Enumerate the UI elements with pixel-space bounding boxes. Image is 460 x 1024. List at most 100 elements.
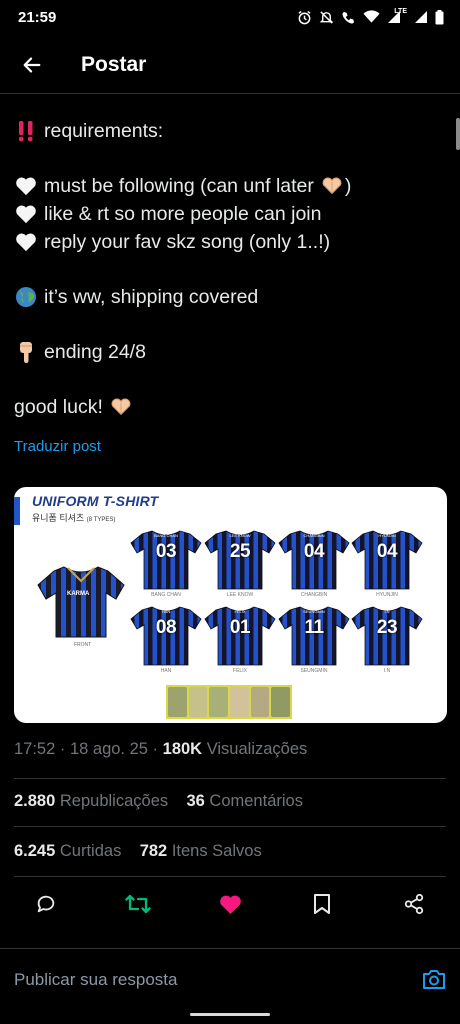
post-line-text: like & rt so more people can join bbox=[44, 203, 322, 225]
share-button[interactable] bbox=[396, 886, 432, 922]
jersey-item: LEE KNOW 25 bbox=[204, 529, 276, 591]
reply-input[interactable]: Publicar sua resposta bbox=[14, 970, 177, 990]
heart-hands-icon bbox=[320, 174, 344, 198]
white-heart-icon bbox=[14, 230, 38, 254]
reposts-stat[interactable]: 2.880 Republicações bbox=[14, 792, 168, 810]
jersey-number: 04 bbox=[376, 541, 398, 562]
saves-stat[interactable]: 782 Itens Salvos bbox=[140, 842, 262, 860]
jersey-player-name: I.N bbox=[384, 609, 390, 614]
post-date: 18 ago. 25 bbox=[69, 740, 148, 758]
double-exclamation-icon bbox=[14, 119, 38, 143]
post-line-text: ending 24/8 bbox=[44, 341, 146, 363]
repost-icon bbox=[125, 894, 151, 914]
post-line: it’s ww, shipping covered bbox=[14, 283, 444, 311]
post-line: reply your fav skz song (only 1..!) bbox=[14, 228, 444, 256]
white-heart-icon bbox=[14, 174, 38, 198]
jersey-caption: LEE KNOW bbox=[226, 592, 254, 598]
comments-stat[interactable]: 36 Comentários bbox=[186, 792, 303, 810]
share-icon bbox=[404, 893, 424, 915]
back-arrow-icon bbox=[23, 56, 41, 73]
jersey-item: I.N 23 bbox=[351, 605, 423, 667]
status-icons: LTE bbox=[297, 8, 444, 25]
jersey-item: FELIX 01 bbox=[204, 605, 276, 667]
home-indicator[interactable] bbox=[190, 1013, 270, 1016]
jersey-player-name: BANG CHAN bbox=[154, 533, 178, 538]
jersey-item: BANG CHAN 03 bbox=[130, 529, 202, 591]
jersey-caption: HYUNJIN bbox=[376, 592, 398, 598]
bookmark-icon bbox=[314, 894, 330, 914]
repost-button[interactable] bbox=[120, 886, 156, 922]
jersey-player-name: HAN bbox=[161, 609, 171, 614]
post-line: like & rt so more people can join bbox=[14, 200, 444, 228]
jersey-player-name: LEE KNOW bbox=[229, 533, 251, 538]
jersey-caption: I.N bbox=[383, 668, 391, 674]
camera-icon bbox=[423, 969, 445, 989]
top-app-bar: Postar bbox=[0, 36, 460, 94]
jersey-caption: BANG CHAN bbox=[151, 592, 181, 598]
pointing-down-icon bbox=[14, 340, 38, 364]
jersey-number: 01 bbox=[229, 617, 251, 638]
status-bar: 21:59 LTE bbox=[0, 0, 460, 34]
post-line-text: requirements: bbox=[44, 120, 164, 142]
jersey-player-name: FELIX bbox=[234, 609, 246, 614]
front-jersey bbox=[37, 566, 125, 638]
front-brand: KARMA bbox=[67, 591, 90, 597]
heart-hands-icon bbox=[109, 395, 133, 419]
jersey-caption: SEUNGMIN bbox=[300, 668, 328, 674]
alarm-icon bbox=[298, 10, 311, 24]
post-text: requirements: must be following (can unf… bbox=[14, 117, 444, 421]
jersey-caption: FELIX bbox=[233, 668, 247, 674]
media-accent-tab bbox=[14, 497, 20, 525]
globe-icon bbox=[14, 285, 38, 309]
jersey-number: 25 bbox=[229, 541, 251, 562]
jersey-number: 11 bbox=[304, 617, 324, 638]
page-title: Postar bbox=[81, 52, 147, 76]
jersey-item: CHANGBIN 04 bbox=[278, 529, 350, 591]
reply-button[interactable] bbox=[28, 886, 64, 922]
stats-row-2: 6.245 Curtidas 782 Itens Salvos bbox=[14, 842, 262, 861]
divider bbox=[14, 778, 446, 779]
views-label: Visualizações bbox=[206, 740, 308, 758]
jersey-number: 08 bbox=[155, 617, 177, 638]
bookmark-button[interactable] bbox=[304, 886, 340, 922]
wifi-call-icon bbox=[342, 11, 355, 24]
stats-row-1: 2.880 Republicações 36 Comentários bbox=[14, 792, 303, 811]
network-type: LTE bbox=[394, 8, 407, 15]
camera-button[interactable] bbox=[420, 966, 448, 992]
divider bbox=[14, 876, 446, 877]
like-button[interactable] bbox=[212, 886, 248, 922]
reply-composer: Publicar sua resposta bbox=[0, 948, 460, 1008]
post-line: good luck! bbox=[14, 393, 444, 421]
translate-post-link[interactable]: Traduzir post bbox=[14, 438, 101, 455]
post-line: must be following (can unf later ) bbox=[14, 172, 444, 200]
jersey-player-name: HYUNJIN bbox=[378, 533, 396, 538]
post-image[interactable]: UNIFORM T-SHIRT 유니폼 티셔츠 (8 TYPES) KARMA … bbox=[14, 487, 447, 723]
post-line: requirements: bbox=[14, 117, 444, 145]
post-line-text: must be following (can unf later bbox=[44, 175, 314, 197]
post-time: 17:52 bbox=[14, 740, 56, 758]
mute-icon bbox=[319, 10, 334, 24]
post-line-text: good luck! bbox=[14, 396, 103, 418]
jersey-number: 04 bbox=[303, 541, 325, 562]
likes-stat[interactable]: 6.245 Curtidas bbox=[14, 842, 121, 860]
back-button[interactable] bbox=[12, 45, 52, 85]
battery-icon bbox=[435, 9, 444, 24]
post-line-text: it’s ww, shipping covered bbox=[44, 286, 259, 308]
jersey-item: SEUNGMIN 11 bbox=[278, 605, 350, 667]
media-subtitle: 유니폼 티셔츠 (8 TYPES) bbox=[32, 513, 116, 523]
post-line: ending 24/8 bbox=[14, 338, 444, 366]
status-time: 21:59 bbox=[18, 8, 57, 26]
post-line-text: reply your fav skz song (only 1..!) bbox=[44, 231, 331, 253]
scroll-indicator[interactable] bbox=[456, 118, 460, 150]
media-title: UNIFORM T-SHIRT bbox=[32, 493, 159, 509]
signal-icon-2 bbox=[415, 11, 427, 23]
heart-icon bbox=[219, 895, 241, 914]
views-count: 180K bbox=[162, 740, 203, 758]
jersey-number: 03 bbox=[155, 541, 177, 562]
photo-strip bbox=[166, 685, 292, 719]
jersey-player-name: CHANGBIN bbox=[303, 533, 325, 538]
white-heart-icon bbox=[14, 202, 38, 226]
jersey-item: HYUNJIN 04 bbox=[351, 529, 423, 591]
jersey-number: 23 bbox=[376, 617, 398, 638]
post-line-text-end: ) bbox=[344, 175, 352, 197]
